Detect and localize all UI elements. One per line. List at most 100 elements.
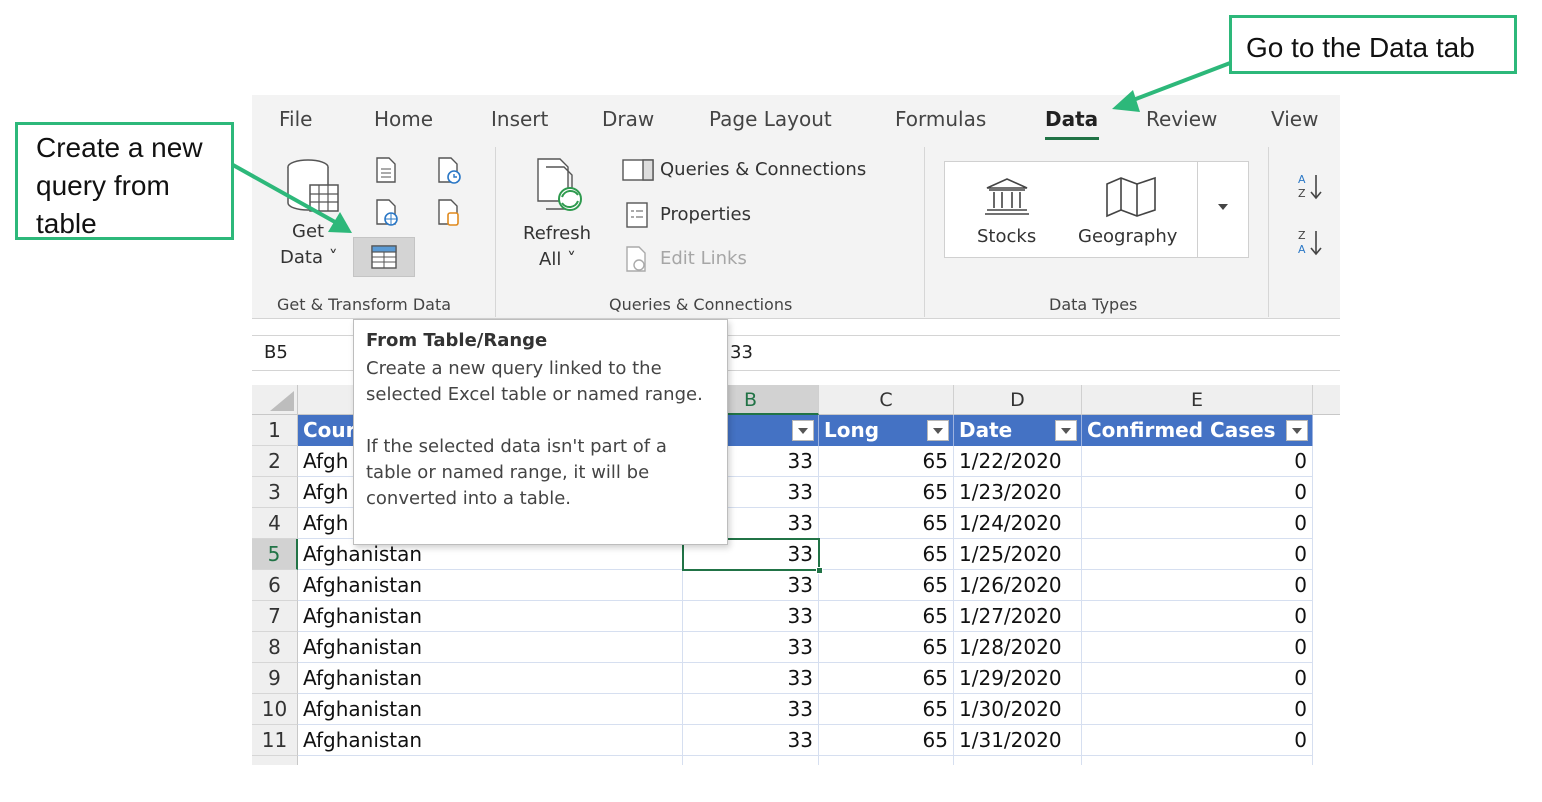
queries-connections-button[interactable]: Queries & Connections	[622, 155, 902, 187]
table-cell-cases[interactable]: 0	[1082, 663, 1313, 694]
table-cell-lat[interactable]: 33	[683, 725, 819, 756]
row-header[interactable]: 11	[252, 725, 298, 756]
table-cell-lat[interactable]: 33	[683, 663, 819, 694]
column-header-e[interactable]: E	[1082, 385, 1313, 415]
tab-file[interactable]: File	[279, 107, 312, 131]
table-cell-country[interactable]: Afghanistan	[298, 725, 683, 756]
fill-handle[interactable]	[816, 567, 823, 574]
edit-links-label: Edit Links	[660, 248, 747, 269]
geography-button[interactable]: Geography	[1070, 162, 1195, 257]
tab-draw[interactable]: Draw	[602, 107, 654, 131]
column-header-f[interactable]	[1313, 385, 1340, 415]
table-cell-date[interactable]: 1/28/2020	[954, 632, 1082, 663]
table-cell-cases[interactable]: 0	[1082, 570, 1313, 601]
column-header-d[interactable]: D	[954, 385, 1082, 415]
table-cell-long[interactable]	[819, 756, 954, 765]
table-cell-long[interactable]: 65	[819, 477, 954, 508]
tab-page-layout[interactable]: Page Layout	[709, 107, 832, 131]
table-cell-long[interactable]: 65	[819, 601, 954, 632]
table-cell-long[interactable]: 65	[819, 446, 954, 477]
row-header[interactable]: 9	[252, 663, 298, 694]
table-header-confirmed-cases[interactable]: Confirmed Cases	[1082, 415, 1313, 446]
table-cell-cases[interactable]: 0	[1082, 601, 1313, 632]
filter-dropdown-icon[interactable]	[927, 420, 949, 441]
table-cell-cases[interactable]: 0	[1082, 508, 1313, 539]
table-cell-cases[interactable]: 0	[1082, 446, 1313, 477]
tab-insert[interactable]: Insert	[491, 107, 548, 131]
table-cell-cases[interactable]: 0	[1082, 694, 1313, 725]
table-cell-long[interactable]: 65	[819, 663, 954, 694]
row-header[interactable]: 5	[252, 539, 298, 570]
table-cell-date[interactable]: 1/29/2020	[954, 663, 1082, 694]
table-cell-cases[interactable]	[1082, 756, 1313, 765]
tab-formulas[interactable]: Formulas	[895, 107, 986, 131]
table-cell-long[interactable]: 65	[819, 508, 954, 539]
properties-button[interactable]: Properties	[622, 200, 822, 232]
table-cell-date[interactable]: 1/22/2020	[954, 446, 1082, 477]
table-cell-lat[interactable]: 33	[683, 601, 819, 632]
row-header[interactable]: 8	[252, 632, 298, 663]
table-cell-lat[interactable]	[683, 756, 819, 765]
filter-dropdown-icon[interactable]	[1055, 420, 1077, 441]
existing-connections-icon[interactable]	[436, 199, 462, 227]
table-range-icon	[371, 245, 397, 269]
from-table-range-button[interactable]	[353, 237, 415, 277]
table-cell-date[interactable]: 1/25/2020	[954, 539, 1082, 570]
table-header-long[interactable]: Long	[819, 415, 954, 446]
table-cell-long[interactable]: 65	[819, 725, 954, 756]
table-header-date[interactable]: Date	[954, 415, 1082, 446]
table-cell-date[interactable]: 1/27/2020	[954, 601, 1082, 632]
table-cell-date[interactable]: 1/31/2020	[954, 725, 1082, 756]
table-cell-date[interactable]: 1/30/2020	[954, 694, 1082, 725]
table-cell-country[interactable]	[298, 756, 683, 765]
table-cell-cases[interactable]: 0	[1082, 539, 1313, 570]
tab-home[interactable]: Home	[374, 107, 433, 131]
table-cell-long[interactable]: 65	[819, 570, 954, 601]
from-web-icon[interactable]	[374, 199, 400, 227]
table-cell-cases[interactable]: 0	[1082, 632, 1313, 663]
tab-view[interactable]: View	[1271, 107, 1318, 131]
filter-dropdown-icon[interactable]	[792, 420, 814, 441]
sort-a-to-z-icon[interactable]: A Z	[1296, 171, 1332, 203]
table-cell-date[interactable]: 1/26/2020	[954, 570, 1082, 601]
table-cell-lat[interactable]: 33	[683, 570, 819, 601]
table-cell-date[interactable]: 1/23/2020	[954, 477, 1082, 508]
table-cell-lat[interactable]: 33	[683, 632, 819, 663]
table-cell-long[interactable]: 65	[819, 632, 954, 663]
edit-links-button[interactable]: Edit Links	[622, 244, 822, 276]
select-all-corner[interactable]	[252, 385, 298, 415]
table-cell-country[interactable]: Afghanistan	[298, 694, 683, 725]
row-header[interactable]: 1	[252, 415, 298, 446]
filter-dropdown-icon[interactable]	[1286, 420, 1308, 441]
row-header[interactable]: 6	[252, 570, 298, 601]
table-cell-country[interactable]: Afghanistan	[298, 570, 683, 601]
formula-input[interactable]: 33	[730, 342, 753, 363]
column-header-c[interactable]: C	[819, 385, 954, 415]
row-header[interactable]: 7	[252, 601, 298, 632]
tab-data[interactable]: Data	[1045, 107, 1098, 131]
table-cell-country[interactable]: Afghanistan	[298, 663, 683, 694]
table-cell-long[interactable]: 65	[819, 539, 954, 570]
table-cell-cases[interactable]: 0	[1082, 477, 1313, 508]
row-header[interactable]: 4	[252, 508, 298, 539]
row-header[interactable]: 3	[252, 477, 298, 508]
sort-z-to-a-icon[interactable]: Z A	[1296, 227, 1332, 259]
recent-sources-icon[interactable]	[436, 157, 462, 185]
data-types-more-button[interactable]	[1197, 162, 1247, 257]
table-cell-country[interactable]: Afghanistan	[298, 632, 683, 663]
refresh-all-button[interactable]: Refresh All ˅	[516, 147, 606, 282]
table-cell-long[interactable]: 65	[819, 694, 954, 725]
tab-review[interactable]: Review	[1146, 107, 1217, 131]
table-cell-cases[interactable]: 0	[1082, 725, 1313, 756]
get-data-button[interactable]: Get Data ˅	[272, 147, 352, 282]
table-cell-date[interactable]	[954, 756, 1082, 765]
row-header[interactable]	[252, 756, 298, 765]
row-header[interactable]: 10	[252, 694, 298, 725]
stocks-button[interactable]: Stocks	[955, 162, 1060, 257]
table-cell-country[interactable]: Afghanistan	[298, 601, 683, 632]
table-cell-date[interactable]: 1/24/2020	[954, 508, 1082, 539]
table-cell-lat[interactable]: 33	[683, 694, 819, 725]
name-box[interactable]: B5	[264, 342, 288, 363]
row-header[interactable]: 2	[252, 446, 298, 477]
from-text-csv-icon[interactable]	[374, 157, 398, 183]
